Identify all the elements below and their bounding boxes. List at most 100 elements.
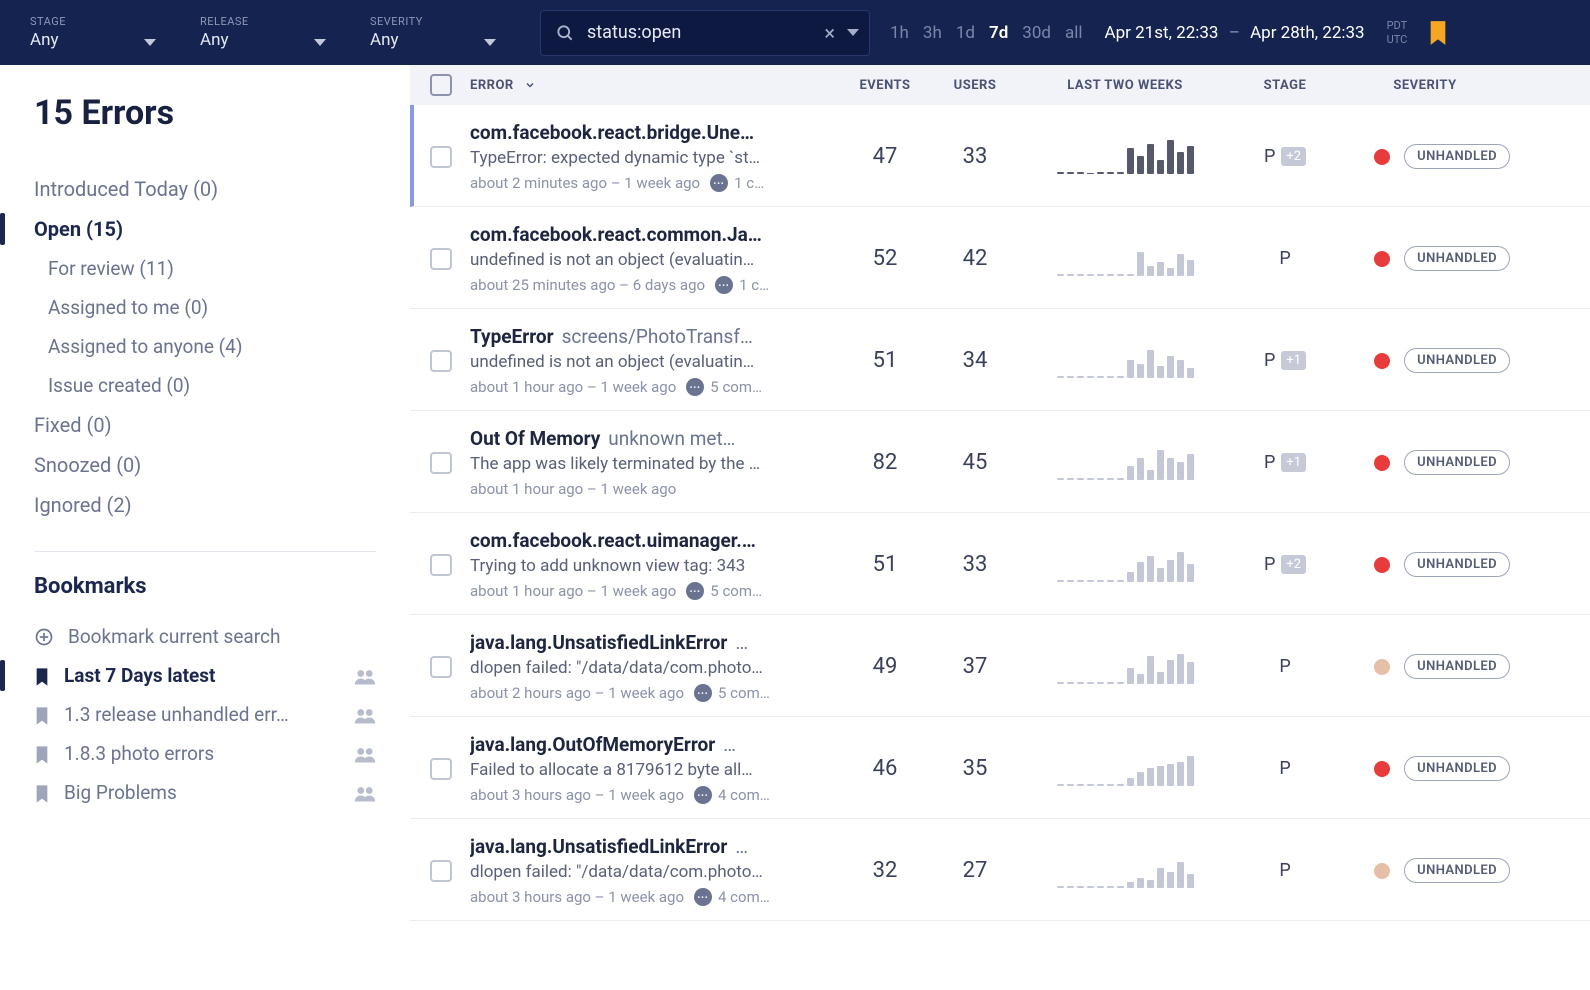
row-checkbox[interactable] bbox=[430, 146, 452, 168]
error-message: Trying to add unknown view tag: 343 bbox=[470, 556, 840, 576]
error-title: com.facebook.react.bridge.Une… bbox=[470, 121, 840, 144]
stage-cell: P bbox=[1230, 758, 1340, 779]
share-icon[interactable] bbox=[354, 667, 376, 685]
filter-severity[interactable]: SEVERITY Any bbox=[370, 15, 500, 50]
time-range-1d[interactable]: 1d bbox=[956, 23, 975, 43]
row-checkbox[interactable] bbox=[430, 860, 452, 882]
table-row[interactable]: TypeErrorscreens/PhotoTransf…undefined i… bbox=[410, 309, 1590, 411]
row-checkbox[interactable] bbox=[430, 758, 452, 780]
comments-count: 5 com… bbox=[710, 582, 762, 600]
sparkline bbox=[1020, 548, 1230, 582]
sidebar-item[interactable]: Assigned to anyone (4) bbox=[34, 327, 376, 366]
row-checkbox[interactable] bbox=[430, 248, 452, 270]
bookmark-current-search[interactable]: Bookmark current search bbox=[34, 617, 376, 656]
table-row[interactable]: Out Of Memoryunknown met…The app was lik… bbox=[410, 411, 1590, 513]
severity-badge: UNHANDLED bbox=[1404, 858, 1510, 883]
users-count: 37 bbox=[930, 654, 1020, 679]
sidebar-item[interactable]: Open (15) bbox=[34, 209, 376, 249]
severity-dot bbox=[1374, 761, 1390, 777]
column-severity[interactable]: SEVERITY bbox=[1340, 78, 1510, 93]
bookmark-icon[interactable] bbox=[1427, 19, 1449, 47]
date-dash: – bbox=[1229, 23, 1240, 43]
time-range-1h[interactable]: 1h bbox=[890, 23, 909, 43]
comments-icon bbox=[710, 174, 728, 192]
error-time: about 2 minutes ago – 1 week ago bbox=[470, 174, 700, 192]
filter-release[interactable]: RELEASE Any bbox=[200, 15, 330, 50]
stage-cell: P bbox=[1230, 860, 1340, 881]
time-range-all[interactable]: all bbox=[1065, 23, 1083, 43]
chevron-down-icon bbox=[144, 39, 156, 46]
filter-release-label: RELEASE bbox=[200, 15, 330, 28]
table-row[interactable]: java.lang.OutOfMemoryError…Failed to all… bbox=[410, 717, 1590, 819]
row-checkbox[interactable] bbox=[430, 350, 452, 372]
severity-badge: UNHANDLED bbox=[1404, 348, 1510, 373]
filter-severity-label: SEVERITY bbox=[370, 15, 500, 28]
filter-stage[interactable]: STAGE Any bbox=[30, 15, 160, 50]
column-stage[interactable]: STAGE bbox=[1230, 78, 1340, 93]
time-range-7d[interactable]: 7d bbox=[989, 23, 1008, 43]
sidebar-item[interactable]: Introduced Today (0) bbox=[34, 169, 376, 209]
chevron-down-icon[interactable] bbox=[847, 29, 859, 36]
sidebar-item[interactable]: Snoozed (0) bbox=[34, 445, 376, 485]
table-row[interactable]: java.lang.UnsatisfiedLinkError…dlopen fa… bbox=[410, 819, 1590, 921]
users-count: 42 bbox=[930, 246, 1020, 271]
bookmark-item[interactable]: Last 7 Days latest bbox=[34, 656, 376, 695]
filter-severity-value: Any bbox=[370, 30, 500, 50]
column-users[interactable]: USERS bbox=[930, 78, 1020, 93]
events-count: 52 bbox=[840, 246, 930, 271]
sidebar-item[interactable]: Assigned to me (0) bbox=[34, 288, 376, 327]
bookmark-item[interactable]: Big Problems bbox=[34, 773, 376, 812]
column-error[interactable]: ERROR bbox=[470, 78, 840, 93]
sidebar-item[interactable]: For review (11) bbox=[34, 249, 376, 288]
events-count: 47 bbox=[840, 144, 930, 169]
clear-search-icon[interactable]: × bbox=[816, 21, 843, 45]
time-range-3h[interactable]: 3h bbox=[923, 23, 942, 43]
users-count: 45 bbox=[930, 450, 1020, 475]
table-row[interactable]: com.facebook.react.uimanager.…Trying to … bbox=[410, 513, 1590, 615]
error-message: Failed to allocate a 8179612 byte all… bbox=[470, 760, 840, 780]
chevron-down-icon bbox=[314, 39, 326, 46]
bookmark-item[interactable]: 1.8.3 photo errors bbox=[34, 734, 376, 773]
page-title: 15 Errors bbox=[34, 93, 376, 133]
search-input[interactable]: status:open × bbox=[540, 10, 870, 56]
share-icon[interactable] bbox=[354, 706, 376, 724]
row-checkbox[interactable] bbox=[430, 452, 452, 474]
divider bbox=[34, 551, 376, 552]
bookmark-label: 1.3 release unhandled err… bbox=[64, 703, 340, 726]
bookmark-item[interactable]: 1.3 release unhandled err… bbox=[34, 695, 376, 734]
sidebar-item[interactable]: Fixed (0) bbox=[34, 405, 376, 445]
row-checkbox[interactable] bbox=[430, 656, 452, 678]
time-range-30d[interactable]: 30d bbox=[1022, 23, 1051, 43]
error-message: The app was likely terminated by the … bbox=[470, 454, 840, 474]
events-count: 49 bbox=[840, 654, 930, 679]
chevron-down-icon bbox=[484, 39, 496, 46]
error-title: java.lang.UnsatisfiedLinkError… bbox=[470, 835, 840, 858]
comments-icon bbox=[694, 684, 712, 702]
filter-stage-label: STAGE bbox=[30, 15, 160, 28]
table-row[interactable]: com.facebook.react.bridge.Une… TypeError:… bbox=[410, 105, 1590, 207]
date-from: Apr 21st, 22:33 bbox=[1105, 23, 1219, 43]
table-row[interactable]: com.facebook.react.common.Ja…undefined i… bbox=[410, 207, 1590, 309]
error-title: com.facebook.react.common.Ja… bbox=[470, 223, 840, 246]
column-events[interactable]: EVENTS bbox=[840, 78, 930, 93]
severity-dot bbox=[1374, 149, 1390, 165]
stage-extra-badge: +1 bbox=[1281, 453, 1306, 472]
date-range[interactable]: Apr 21st, 22:33 – Apr 28th, 22:33 bbox=[1105, 23, 1365, 43]
severity-cell: UNHANDLED bbox=[1340, 552, 1510, 577]
events-count: 82 bbox=[840, 450, 930, 475]
severity-badge: UNHANDLED bbox=[1404, 756, 1510, 781]
severity-badge: UNHANDLED bbox=[1404, 246, 1510, 271]
select-all-checkbox[interactable] bbox=[430, 74, 452, 96]
comments-icon bbox=[694, 786, 712, 804]
error-time: about 1 hour ago – 1 week ago bbox=[470, 582, 676, 600]
sidebar-item[interactable]: Ignored (2) bbox=[34, 485, 376, 525]
bookmark-icon bbox=[34, 667, 50, 687]
share-icon[interactable] bbox=[354, 784, 376, 802]
table-row[interactable]: java.lang.UnsatisfiedLinkError…dlopen fa… bbox=[410, 615, 1590, 717]
share-icon[interactable] bbox=[354, 745, 376, 763]
error-message: TypeError: expected dynamic type `st… bbox=[470, 148, 840, 168]
date-to: Apr 28th, 22:33 bbox=[1250, 23, 1365, 43]
sidebar-item[interactable]: Issue created (0) bbox=[34, 366, 376, 405]
error-message: undefined is not an object (evaluatin… bbox=[470, 352, 840, 372]
row-checkbox[interactable] bbox=[430, 554, 452, 576]
